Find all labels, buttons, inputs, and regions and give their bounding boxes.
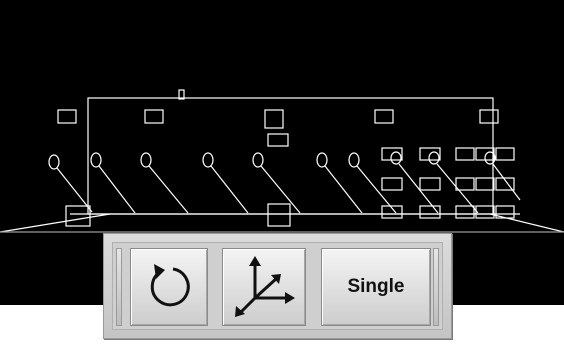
upper-box xyxy=(374,109,394,124)
upper-box xyxy=(267,133,289,147)
ground-line-left xyxy=(0,213,111,233)
toolbar-grip-right[interactable] xyxy=(433,248,439,326)
lamp-oval xyxy=(390,151,402,165)
rotate-button[interactable] xyxy=(130,248,208,326)
upper-box xyxy=(264,109,284,129)
rotate-icon xyxy=(150,264,190,307)
lamp-oval xyxy=(316,152,328,168)
grid-box xyxy=(475,177,495,191)
lamp-line xyxy=(492,163,521,201)
grid-box xyxy=(455,177,475,191)
axes-button[interactable] xyxy=(222,248,306,326)
upper-box xyxy=(144,109,164,124)
grid-box xyxy=(455,205,475,219)
lamp-line xyxy=(148,165,189,214)
lamp-oval xyxy=(428,151,440,165)
lower-box xyxy=(65,205,91,227)
lamp-line xyxy=(324,165,363,214)
grid-box xyxy=(381,177,403,191)
lamp-line xyxy=(398,163,439,214)
lamp-oval xyxy=(252,152,264,168)
lamp-line xyxy=(98,165,136,214)
lamp-line xyxy=(210,165,249,214)
single-button[interactable]: Single xyxy=(321,248,431,326)
lamp-oval xyxy=(202,152,214,168)
upper-box xyxy=(57,109,77,124)
upper-box xyxy=(479,109,499,124)
lamp-line xyxy=(56,167,93,213)
lower-box xyxy=(267,203,291,227)
toolbar-grip-left[interactable] xyxy=(116,248,122,326)
axes-icon xyxy=(235,256,295,317)
lamp-oval xyxy=(140,152,152,168)
view-toolbar: Single xyxy=(103,233,452,339)
lamp-oval xyxy=(48,154,60,170)
building-outline xyxy=(87,97,494,215)
lamp-oval xyxy=(90,152,102,168)
grid-box xyxy=(475,205,495,219)
grid-box xyxy=(495,147,515,161)
grid-box xyxy=(419,177,441,191)
grid-box xyxy=(455,147,475,161)
single-button-label: Single xyxy=(347,276,405,297)
ground-line-right xyxy=(489,213,564,233)
lamp-oval xyxy=(348,152,360,168)
lamp-line xyxy=(260,165,301,214)
